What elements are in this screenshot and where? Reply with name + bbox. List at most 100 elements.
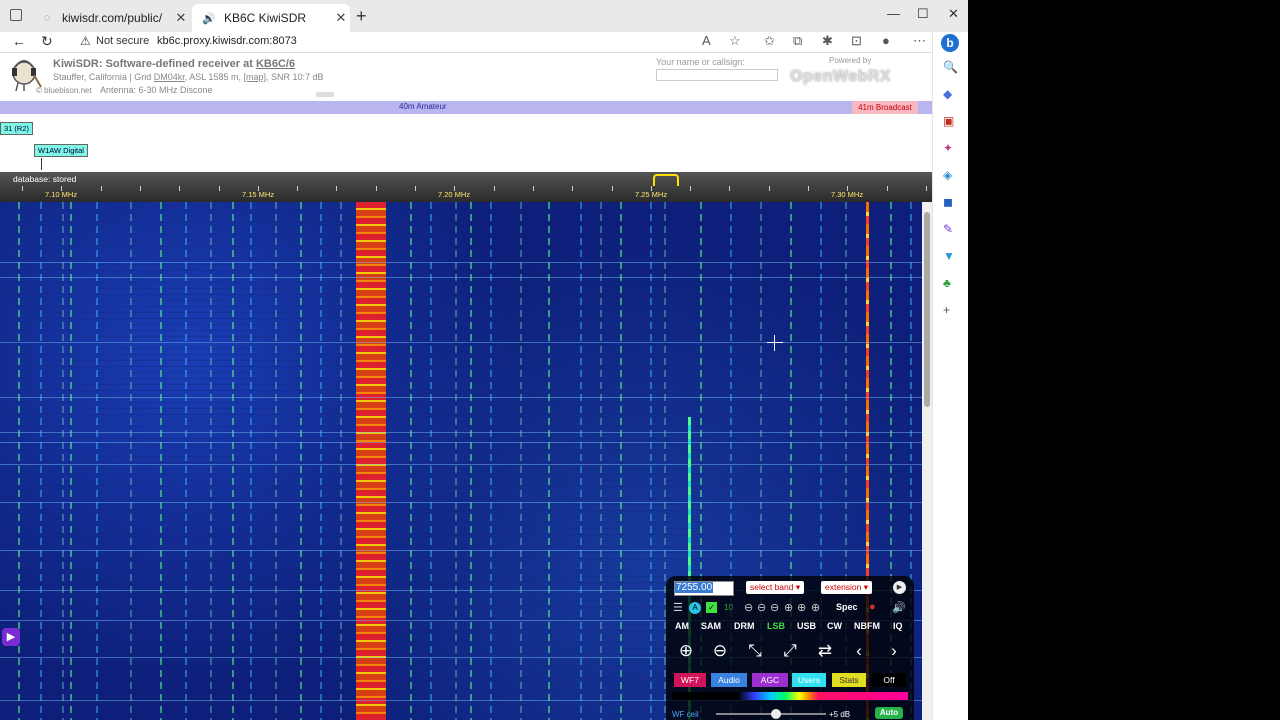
shopping-tag-icon[interactable]: ◆ <box>943 87 952 101</box>
new-tab-button[interactable]: + <box>356 6 367 27</box>
security-label[interactable]: Not secure <box>96 35 149 47</box>
panel-off-button[interactable]: Off <box>872 673 906 687</box>
play-icon[interactable]: ▶ <box>893 581 906 594</box>
tab-actions-icon[interactable] <box>10 9 22 21</box>
auto-button[interactable]: Auto <box>875 707 903 719</box>
step-down-icon[interactable]: ⊖ <box>770 601 779 614</box>
collapse-handle[interactable] <box>316 92 334 97</box>
openwebrx-logo[interactable]: OpenWebRX <box>790 68 891 86</box>
minimize-icon[interactable]: — <box>887 6 900 21</box>
band-40m-amateur[interactable]: 40m Amateur <box>399 102 447 111</box>
menu-icon[interactable]: ☰ <box>673 601 683 614</box>
panel-audio-button[interactable]: Audio <box>711 673 747 687</box>
wf-ceil-slider-knob[interactable] <box>771 709 781 719</box>
add-icon[interactable]: + <box>943 303 950 317</box>
credit-link[interactable]: © bluebison.net <box>36 86 92 95</box>
step-up-icon[interactable]: ⊕ <box>784 601 793 614</box>
scale-tick <box>887 186 888 191</box>
tab-kiwisdr-public[interactable]: ◌ kiwisdr.com/public/ ✕ <box>30 4 190 32</box>
name-input[interactable] <box>656 69 778 81</box>
extensions-icon[interactable]: ✱ <box>822 33 833 49</box>
mode-sam[interactable]: SAM <box>701 621 721 631</box>
more-menu-icon[interactable]: ⋯ <box>913 33 926 49</box>
screenshot-icon[interactable]: ⊡ <box>851 33 862 49</box>
collections-icon[interactable]: ⧉ <box>793 33 802 49</box>
page-left-icon[interactable]: ‹ <box>848 640 870 662</box>
copilot-icon[interactable]: b <box>941 34 959 52</box>
tools-icon[interactable]: ▣ <box>943 114 954 128</box>
close-tab-icon[interactable]: ✕ <box>172 10 190 26</box>
extension-select[interactable]: extension ▾ <box>821 581 873 594</box>
play-icon[interactable]: ▶ <box>2 628 20 646</box>
games-icon[interactable]: ✦ <box>943 141 953 155</box>
mode-usb[interactable]: USB <box>797 621 816 631</box>
grid-link[interactable]: DM04kr <box>154 72 185 82</box>
noise-line <box>130 202 132 720</box>
mode-drm[interactable]: DRM <box>734 621 755 631</box>
location-line: Stauffer, California | Grid DM04kr, ASL … <box>53 72 324 82</box>
station-label[interactable]: 31 (R2) <box>0 122 34 135</box>
scale-tick <box>612 186 613 191</box>
noise-line <box>520 202 522 720</box>
scale-tick <box>376 186 377 191</box>
panel-wf-button[interactable]: WF7 <box>674 673 706 687</box>
step-up-icon[interactable]: ⊕ <box>797 601 806 614</box>
tab-kb6c-kiwisdr[interactable]: 🔊 KB6C KiwiSDR ✕ <box>192 4 350 32</box>
favorite-star-icon[interactable]: ☆ <box>729 33 741 49</box>
outlook-icon[interactable]: ◼ <box>943 195 953 209</box>
designer-icon[interactable]: ✎ <box>943 222 953 236</box>
panel-stats-button[interactable]: Stats <box>832 673 866 687</box>
scale-label: 7.20 MHz <box>438 190 471 199</box>
close-tab-icon[interactable]: ✕ <box>332 10 350 26</box>
frequency-scale[interactable]: database: stored 7.10 MHz 7.15 MHz 7.20 … <box>0 172 932 202</box>
zoom-fit-icon[interactable]: ⤢ <box>779 640 801 662</box>
band-41m-broadcast[interactable]: 41m Broadcast <box>852 101 918 114</box>
warning-icon[interactable]: ⚠ <box>80 34 91 48</box>
url-field[interactable]: kb6c.proxy.kiwisdr.com:8073 <box>157 35 297 47</box>
spec-button[interactable]: Spec <box>836 602 858 612</box>
band-select[interactable]: select band ▾ <box>746 581 805 594</box>
step-up-icon[interactable]: ⊕ <box>811 601 820 614</box>
page-scrollbar[interactable] <box>922 202 932 720</box>
close-window-icon[interactable]: ✕ <box>948 6 959 22</box>
step-down-icon[interactable]: ⊖ <box>757 601 766 614</box>
back-icon[interactable]: ← <box>12 33 26 49</box>
checkbox-icon[interactable]: ✓ <box>706 602 717 613</box>
mode-am[interactable]: AM <box>675 621 689 631</box>
step-icon[interactable]: 10 <box>724 603 733 612</box>
panel-users-button[interactable]: Users <box>792 673 826 687</box>
noise-line <box>40 202 42 720</box>
maximize-icon[interactable]: ☐ <box>917 6 929 22</box>
mode-nbfm[interactable]: NBFM <box>854 621 880 631</box>
auto-a-icon[interactable]: A <box>689 602 701 614</box>
pan-swap-icon[interactable]: ⇄ <box>814 640 836 662</box>
profile-avatar-icon[interactable]: ● <box>882 33 890 48</box>
scale-tick <box>494 186 495 191</box>
search-icon[interactable]: 🔍 <box>943 60 958 74</box>
tab-title: KB6C KiwiSDR <box>224 11 307 25</box>
scrollbar-thumb[interactable] <box>924 212 930 407</box>
record-icon[interactable]: ● <box>869 601 876 613</box>
passband-marker[interactable] <box>653 174 679 186</box>
zoom-max-icon[interactable]: ⤡ <box>744 640 766 662</box>
read-aloud-icon[interactable]: A <box>702 33 711 48</box>
station-label[interactable]: W1AW Digital <box>34 144 88 170</box>
drop-icon[interactable]: ▼ <box>943 249 955 263</box>
mode-lsb[interactable]: LSB <box>767 621 785 631</box>
page-right-icon[interactable]: › <box>883 640 905 662</box>
map-link[interactable]: [map] <box>243 72 266 82</box>
favorites-icon[interactable]: ✩ <box>764 33 775 49</box>
refresh-icon[interactable]: ↻ <box>41 33 53 50</box>
step-down-icon[interactable]: ⊖ <box>744 601 753 614</box>
tree-icon[interactable]: ♣ <box>943 276 951 290</box>
zoom-in-icon[interactable]: ⊕ <box>675 640 697 662</box>
mode-cw[interactable]: CW <box>827 621 842 631</box>
panel-agc-button[interactable]: AGC <box>752 673 788 687</box>
frequency-input[interactable]: 7255.00 <box>674 581 734 596</box>
microsoft-365-icon[interactable]: ◈ <box>943 168 952 182</box>
callsign-link[interactable]: KB6C/6 <box>256 58 295 70</box>
scale-tick <box>336 186 337 191</box>
mode-iq[interactable]: IQ <box>893 621 903 631</box>
volume-icon[interactable]: 🔊 <box>892 601 906 614</box>
zoom-out-icon[interactable]: ⊖ <box>709 640 731 662</box>
